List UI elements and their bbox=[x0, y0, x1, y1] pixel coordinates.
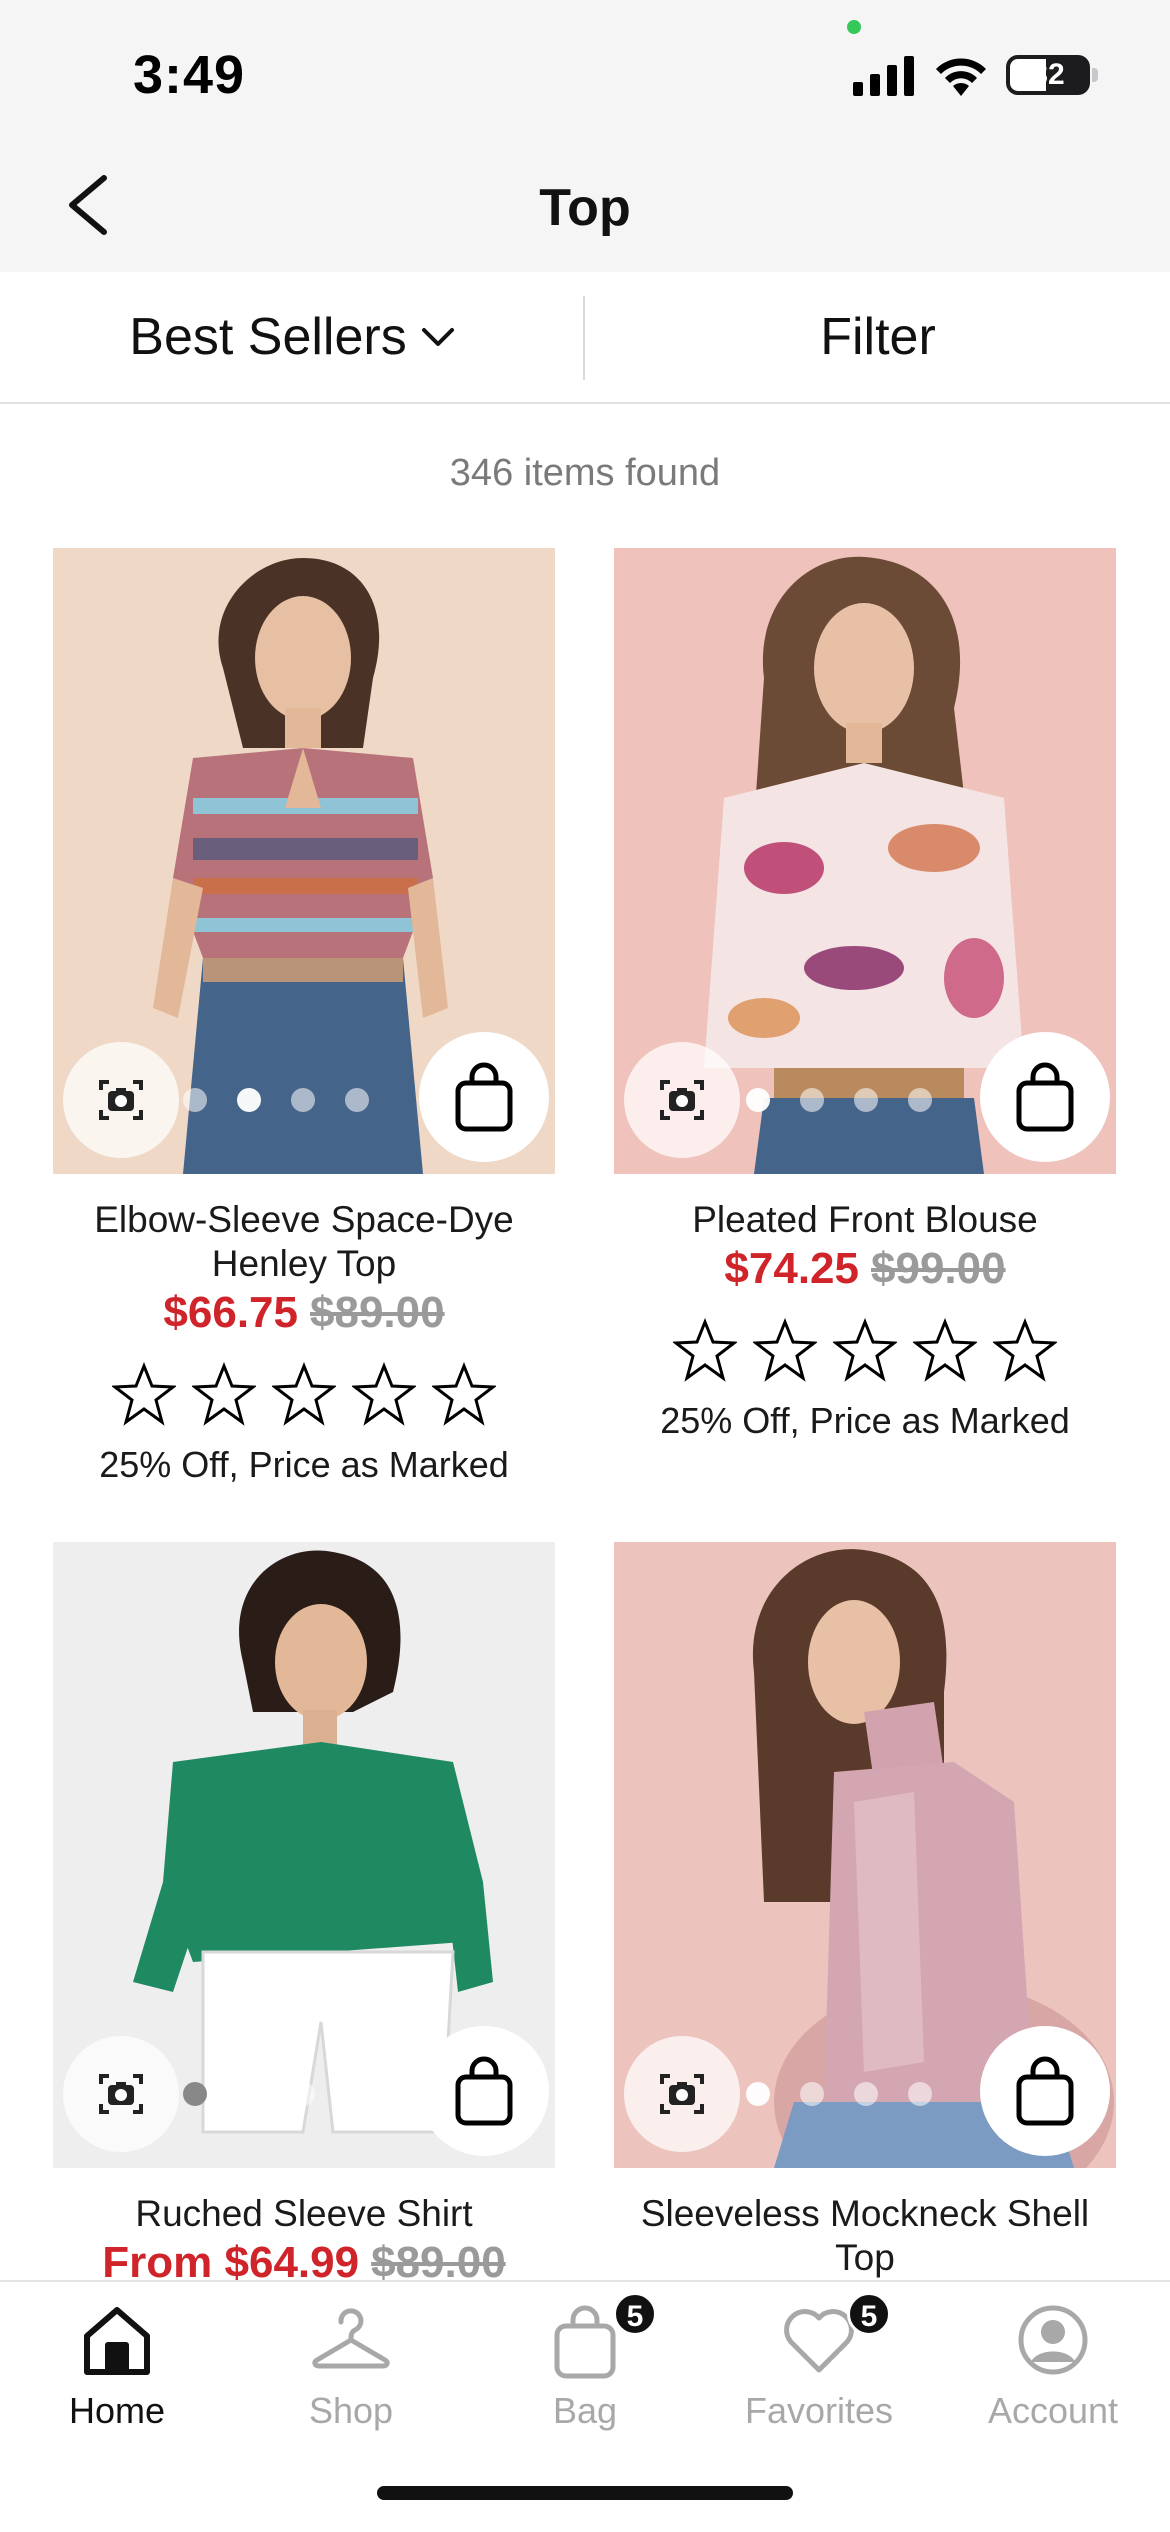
rating-stars bbox=[53, 1362, 555, 1426]
sale-price: From $64.99 bbox=[102, 2238, 360, 2280]
product-image[interactable] bbox=[53, 548, 555, 1174]
product-card[interactable]: Ruched Sleeve Shirt From $64.99 $89.00 bbox=[53, 1542, 555, 2280]
visual-search-button[interactable] bbox=[624, 1042, 740, 1158]
price-row: $74.25 $99.00 bbox=[614, 1244, 1116, 1294]
account-icon bbox=[1018, 2305, 1088, 2375]
cellular-signal-icon bbox=[853, 56, 914, 96]
original-price: $89.00 bbox=[310, 1288, 445, 1337]
tab-shop[interactable]: Shop bbox=[234, 2282, 468, 2442]
image-carousel-dots bbox=[746, 1088, 932, 1112]
original-price: $99.00 bbox=[871, 1244, 1006, 1293]
star-icon bbox=[112, 1362, 176, 1426]
image-carousel-dots bbox=[746, 2082, 932, 2106]
image-carousel-dots bbox=[183, 1088, 369, 1112]
chevron-down-icon bbox=[421, 328, 454, 346]
status-bar: 3:49 32 bbox=[0, 0, 1170, 140]
add-to-bag-button[interactable] bbox=[980, 1032, 1110, 1162]
add-to-bag-button[interactable] bbox=[419, 1032, 549, 1162]
nav-header: Top bbox=[0, 140, 1170, 272]
product-name[interactable]: Ruched Sleeve Shirt bbox=[53, 2192, 555, 2236]
tab-label: Bag bbox=[552, 2390, 618, 2431]
star-icon bbox=[272, 1362, 336, 1426]
home-icon bbox=[84, 2307, 150, 2375]
camera-icon bbox=[99, 1080, 143, 1120]
bag-icon bbox=[455, 1062, 513, 1132]
wifi-icon bbox=[936, 58, 986, 96]
tab-label: Account bbox=[987, 2390, 1119, 2431]
favorites-count-badge: 5 bbox=[847, 2292, 891, 2336]
promo-text: 25% Off, Price as Marked bbox=[99, 1444, 509, 1485]
star-icon bbox=[913, 1318, 977, 1382]
hanger-icon bbox=[312, 2308, 390, 2369]
visual-search-button[interactable] bbox=[63, 2036, 179, 2152]
camera-icon bbox=[660, 1080, 704, 1120]
original-price: $89.00 bbox=[371, 2238, 506, 2280]
product-name[interactable]: Pleated Front Blouse bbox=[614, 1198, 1116, 1242]
star-icon bbox=[192, 1362, 256, 1426]
visual-search-button[interactable] bbox=[63, 1042, 179, 1158]
tab-home[interactable]: Home bbox=[0, 2282, 234, 2442]
tab-bag[interactable]: 5 Bag bbox=[468, 2282, 702, 2442]
product-card[interactable]: Sleeveless Mockneck Shell Top bbox=[614, 1542, 1116, 2280]
tab-label: Shop bbox=[308, 2390, 394, 2431]
camera-icon bbox=[99, 2074, 143, 2114]
add-to-bag-button[interactable] bbox=[980, 2026, 1110, 2156]
star-icon bbox=[352, 1362, 416, 1426]
sale-price: $66.75 bbox=[163, 1288, 298, 1337]
sort-label: Best Sellers bbox=[129, 308, 407, 366]
tab-favorites[interactable]: 5 Favorites bbox=[702, 2282, 936, 2442]
price-row: $66.75 $89.00 bbox=[53, 1288, 555, 1338]
promo-text: 25% Off, Price as Marked bbox=[660, 1400, 1070, 1441]
star-icon bbox=[993, 1318, 1057, 1382]
product-card[interactable]: Elbow-Sleeve Space-Dye Henley Top $66.75… bbox=[53, 548, 555, 1508]
tab-label: Favorites bbox=[744, 2390, 894, 2431]
bag-icon bbox=[1016, 2056, 1074, 2126]
bag-count-badge: 5 bbox=[613, 2292, 657, 2336]
product-card[interactable]: Pleated Front Blouse $74.25 $99.00 25% Of… bbox=[614, 548, 1116, 1448]
battery-icon: 32 bbox=[1006, 55, 1090, 95]
result-count: 346 items found bbox=[449, 452, 721, 494]
page-title: Top bbox=[539, 179, 631, 237]
rating-stars bbox=[614, 1318, 1116, 1382]
tab-label: Home bbox=[68, 2390, 166, 2431]
sort-button[interactable]: Best Sellers bbox=[0, 272, 584, 402]
product-image[interactable] bbox=[53, 1542, 555, 2168]
product-image[interactable] bbox=[614, 548, 1116, 1174]
image-carousel-dots bbox=[183, 2082, 315, 2106]
bag-icon bbox=[1016, 1062, 1074, 1132]
sort-filter-bar: Best Sellers Filter bbox=[0, 272, 1170, 404]
bag-icon bbox=[455, 2056, 513, 2126]
visual-search-button[interactable] bbox=[624, 2036, 740, 2152]
product-image[interactable] bbox=[614, 1542, 1116, 2168]
battery-cap bbox=[1092, 68, 1098, 82]
star-icon bbox=[833, 1318, 897, 1382]
star-icon bbox=[673, 1318, 737, 1382]
tab-account[interactable]: Account bbox=[936, 2282, 1170, 2442]
battery-level: 32 bbox=[1031, 58, 1065, 91]
price-row: From $64.99 $89.00 bbox=[53, 2238, 555, 2280]
product-name[interactable]: Elbow-Sleeve Space-Dye Henley Top bbox=[53, 1198, 555, 1286]
add-to-bag-button[interactable] bbox=[419, 2026, 549, 2156]
star-icon bbox=[753, 1318, 817, 1382]
home-indicator bbox=[377, 2486, 793, 2500]
camera-indicator-dot bbox=[847, 20, 861, 34]
product-name[interactable]: Sleeveless Mockneck Shell Top bbox=[614, 2192, 1116, 2280]
filter-button[interactable]: Filter bbox=[586, 272, 1170, 402]
star-icon bbox=[432, 1362, 496, 1426]
camera-icon bbox=[660, 2074, 704, 2114]
toolbar-divider bbox=[583, 296, 585, 380]
sale-price: $74.25 bbox=[724, 1244, 859, 1293]
status-time: 3:49 bbox=[133, 45, 246, 105]
